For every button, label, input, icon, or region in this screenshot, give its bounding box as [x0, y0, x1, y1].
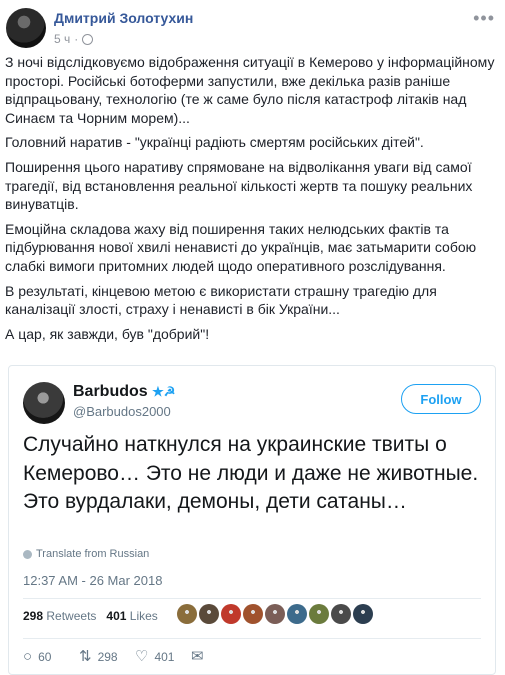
likes-count: 401 [106, 609, 127, 623]
liker-avatar[interactable] [331, 604, 351, 624]
follow-button[interactable]: Follow [401, 384, 481, 414]
author-name[interactable]: Дмитрий Золотухин [54, 10, 193, 26]
tweet-actions: ○ 60 ⇅ 298 ♡ 401 ✉ [23, 649, 247, 664]
post-time[interactable]: 5 ч [54, 32, 70, 46]
envelope-icon: ✉ [191, 648, 204, 665]
retweets-stat[interactable]: 298 Retweets [23, 609, 96, 623]
post-paragraph: Емоційна складова жаху від поширення так… [5, 220, 477, 274]
tweet-author-label: Barbudos [73, 383, 148, 400]
tweet-avatar[interactable] [23, 382, 65, 424]
heart-icon: ♡ [135, 648, 149, 665]
facebook-post: Дмитрий Золотухин 5 ч · ••• З ночі відсл… [0, 0, 505, 675]
liker-avatar[interactable] [309, 604, 329, 624]
post-paragraph: В результаті, кінцевою метою є використа… [5, 282, 437, 318]
post-meta: 5 ч · [54, 32, 94, 46]
liker-avatars [177, 604, 373, 624]
reply-count: 60 [38, 649, 52, 664]
divider [23, 598, 481, 599]
like-action[interactable]: ♡ 401 [135, 649, 191, 664]
liker-avatar[interactable] [353, 604, 373, 624]
retweet-count: 298 [97, 649, 118, 664]
retweets-count: 298 [23, 609, 44, 623]
post-paragraph: З ночі відслідковуємо відображення ситуа… [5, 54, 495, 126]
liker-avatar[interactable] [177, 604, 197, 624]
liker-avatar[interactable] [221, 604, 241, 624]
embedded-tweet[interactable]: Barbudos ★☭ @Barbudos2000 Follow Случайн… [8, 365, 496, 675]
like-count: 401 [154, 649, 175, 664]
globe-icon [82, 33, 94, 45]
post-paragraph: Головний наратив - "українці радіють сме… [5, 134, 424, 151]
liker-avatar[interactable] [243, 604, 263, 624]
likes-label: Likes [129, 609, 158, 623]
globe-icon [23, 549, 32, 559]
likes-stat[interactable]: 401 Likes [106, 609, 157, 623]
tweet-text: Случайно наткнулся на украинские твиты о… [23, 433, 479, 513]
tweet-stats: 298 Retweets 401 Likes [23, 609, 158, 623]
retweet-icon: ⇅ [79, 648, 92, 665]
tweet-author-symbols: ★☭ [152, 384, 176, 399]
liker-avatar[interactable] [199, 604, 219, 624]
reply-action[interactable]: ○ 60 [23, 649, 79, 664]
message-action[interactable]: ✉ [191, 649, 247, 664]
post-text: З ночі відслідковуємо відображення ситуа… [5, 53, 500, 349]
author-avatar[interactable] [6, 8, 46, 48]
translate-link[interactable]: Translate from Russian [23, 548, 149, 560]
tweet-handle[interactable]: @Barbudos2000 [73, 404, 171, 419]
retweets-label: Retweets [46, 609, 97, 623]
more-options-icon[interactable]: ••• [473, 8, 495, 29]
liker-avatar[interactable] [265, 604, 285, 624]
tweet-author-name[interactable]: Barbudos ★☭ [73, 383, 175, 401]
translate-label: Translate from Russian [36, 548, 150, 560]
meta-separator: · [74, 32, 79, 46]
liker-avatar[interactable] [287, 604, 307, 624]
post-paragraph: Поширення цього наративу спрямоване на в… [5, 158, 473, 213]
reply-icon: ○ [23, 648, 33, 665]
tweet-timestamp[interactable]: 12:37 AM - 26 Mar 2018 [23, 573, 162, 588]
post-paragraph: А цар, як завжди, був "добрий"! [5, 325, 210, 342]
divider [23, 638, 481, 639]
retweet-action[interactable]: ⇅ 298 [79, 649, 135, 664]
